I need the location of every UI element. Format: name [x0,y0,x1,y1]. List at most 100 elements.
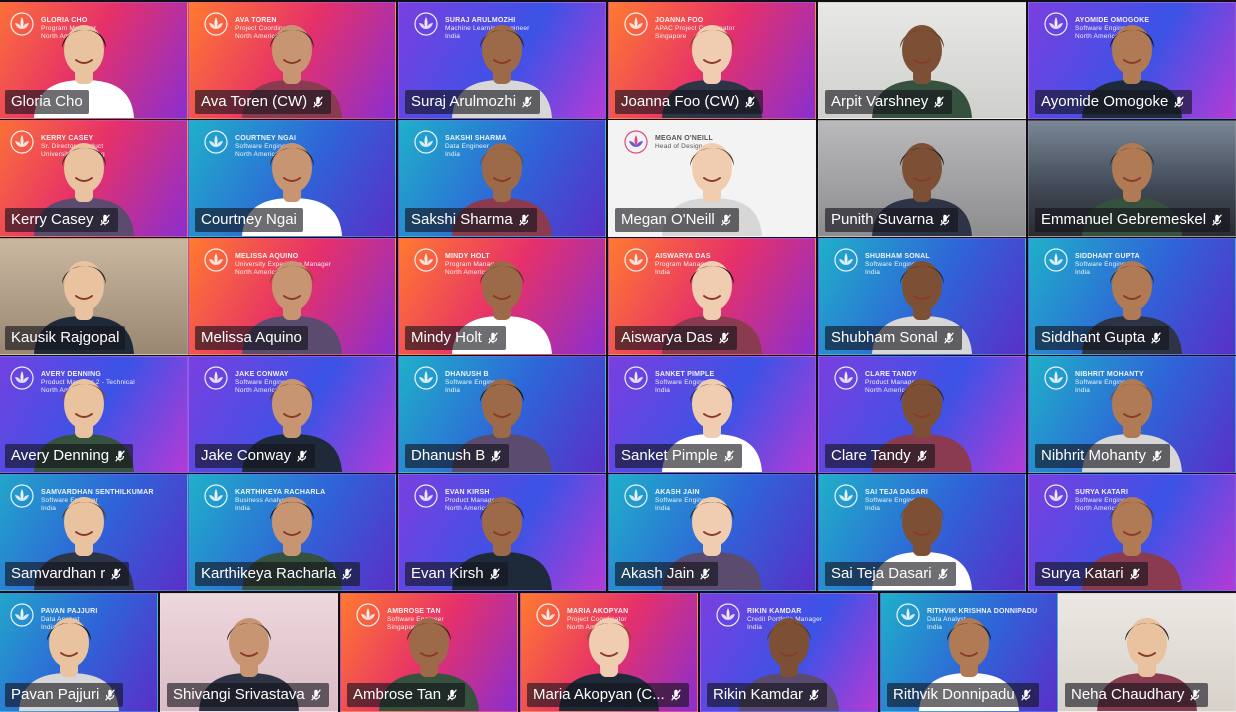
participant-name-tag: Melissa Aquino [195,326,308,350]
participant-tile[interactable]: Shivangi Srivastava [160,593,338,712]
participant-tile[interactable]: JAKE CONWAY Software Engineer North Americ… [188,356,396,473]
participant-tile[interactable]: Arpit Varshney [818,2,1026,119]
participant-tile[interactable]: Rithvik Krishna Donnipadu Data Analyst Ind… [880,593,1058,712]
participant-tile[interactable]: Shubham Sonal Software Engineer India Shub… [818,238,1026,355]
mic-muted-icon [517,213,531,227]
participant-name-tag: Courtney Ngai [195,208,303,232]
participant-tile[interactable]: RIKIN KAMDAR Credit Portfolio Manager Indi… [700,593,878,712]
participant-tile[interactable]: SANKET PIMPLE Software Engineer India Sank… [608,356,816,473]
participant-tile[interactable]: Pavan Pajjuri Data Analyst India Pavan Paj… [0,593,158,712]
participant-name-tag: Jake Conway [195,444,316,468]
participant-name: Aiswarya Das [621,329,713,346]
mic-muted-icon [942,331,956,345]
participant-tile[interactable]: Joanna Foo APAC Project Coordinator Singap… [608,2,816,119]
participant-name-tag: Mindy Holt [405,326,506,350]
lotus-logo-icon [623,129,649,155]
participant-name-tag: Ayomide Omogoke [1035,90,1193,114]
mic-muted-icon [669,688,683,702]
participant-tile[interactable]: MELISSA AQUINOUniversity Experience Mana… [188,238,396,355]
participant-tile[interactable]: Neha Chaudhary [1058,593,1236,712]
participant-tile[interactable]: Akash Jain Software Engineer India Akash J… [608,474,816,591]
participant-tile[interactable]: Emmanuel Gebremeskel [1028,120,1236,237]
lotus-logo-icon [833,247,859,273]
participant-tile[interactable]: Maria Akopyan Project Coordinator North Am… [520,593,698,712]
mic-muted-icon [807,688,821,702]
participant-name: Rikin Kamdar [713,686,804,703]
participant-name: Karthikeya Racharla [201,565,337,582]
participant-name: Kausik Rajgopal [11,329,120,346]
participant-name: Kerry Casey [11,211,94,228]
lotus-logo-icon [1043,483,1069,509]
participant-tile[interactable]: EVAN KIRSH Product Manager North America E… [398,474,606,591]
participant-tile[interactable]: Samvardhan Senthilkumar Software Engineer… [0,474,188,591]
participant-name: Gloria Cho [11,93,83,110]
participant-tile[interactable]: Kausik Rajgopal [0,238,188,355]
participant-tile[interactable]: AISWARYA DAS Program Manager India Aiswary… [608,238,816,355]
participant-tile[interactable]: Dhanush B Software Engineer India Dhanush … [398,356,606,473]
participant-tile[interactable]: Nibhrit Mohanty Software Engineer India Ni… [1028,356,1236,473]
participant-name: Ayomide Omogoke [1041,93,1169,110]
participant-name: Nibhrit Mohanty [1041,447,1147,464]
participant-tile[interactable]: CLARE TANDY Product Manager North America … [818,356,1026,473]
mic-muted-icon [488,567,502,581]
participant-name-tag: Sai Teja Dasari [825,562,956,586]
lotus-logo-icon [623,365,649,391]
participant-tile[interactable]: Kerry Casey Sr. Director, Product Universi… [0,120,188,237]
participant-name: Maria Akopyan (C... [533,686,665,703]
participant-tile[interactable]: Ava Toren Project Coordinator North Americ… [188,2,396,119]
participant-name-tag: Pavan Pajjuri [5,683,124,707]
mic-muted-icon [109,567,123,581]
participant-name: Akash Jain [621,565,695,582]
participant-tile[interactable]: MINDY HOLT Program Manager North America M… [398,238,606,355]
participant-name-tag: Sanket Pimple [615,444,742,468]
participant-name: Evan Kirsh [411,565,484,582]
lotus-logo-icon [203,11,229,37]
mic-muted-icon [1210,213,1224,227]
lotus-logo-icon [623,247,649,273]
participant-name: Ava Toren (CW) [201,93,308,110]
lotus-logo-icon [413,129,439,155]
mic-muted-icon [520,95,534,109]
participant-name-tag: Ambrose Tan [347,683,466,707]
lotus-logo-icon [833,483,859,509]
participant-tile[interactable]: Sakshi Sharma Data Engineer India Sakshi S… [398,120,606,237]
participant-tile[interactable]: Punith Suvarna [818,120,1026,237]
participant-name-tag: Rikin Kamdar [707,683,828,707]
mic-muted-icon [113,449,127,463]
participant-name: Mindy Holt [411,329,482,346]
participant-tile[interactable]: Sai Teja Dasari Software Engineer India Sa… [818,474,1026,591]
mic-muted-icon [489,449,503,463]
mic-muted-icon [722,449,736,463]
participant-tile[interactable]: Ambrose Tan Software Engineer Singapore Am… [340,593,518,712]
participant-name: Neha Chaudhary [1071,686,1185,703]
participant-name-tag: Clare Tandy [825,444,935,468]
participant-name: Megan O'Neill [621,211,715,228]
participant-name-tag: Nibhrit Mohanty [1035,444,1171,468]
participant-tile[interactable]: Suraj Arulmozhi Machine Learning Engineer… [398,2,606,119]
participant-tile[interactable]: AYOMIDE OMOGOKE Software Engineer North Am… [1028,2,1236,119]
lotus-logo-icon [1043,247,1069,273]
participant-tile[interactable]: AVERY DENNINGProduct Manager 2 - Technic… [0,356,188,473]
mic-muted-icon [1172,95,1186,109]
mic-muted-icon [936,567,950,581]
participant-name-tag: Gloria Cho [5,90,89,114]
participant-name-tag: Karthikeya Racharla [195,562,361,586]
mic-muted-icon [1149,331,1163,345]
mic-muted-icon [445,688,459,702]
mic-muted-icon [295,449,309,463]
participant-tile[interactable]: Siddhant Gupta Software Engineer India Sid… [1028,238,1236,355]
participant-name: Joanna Foo (CW) [621,93,740,110]
participant-name-tag: Surya Katari [1035,562,1148,586]
participant-name-tag: Shubham Sonal [825,326,962,350]
participant-tile[interactable]: Karthikeya Racharla Business Analyst India… [188,474,396,591]
participant-tile[interactable]: Courtney Ngai Software Engineer North Amer… [188,120,396,237]
mic-muted-icon [1150,449,1164,463]
participant-name: Rithvik Donnipadu [893,686,1015,703]
participant-name: Emmanuel Gebremeskel [1041,211,1207,228]
participant-name-tag: Maria Akopyan (C... [527,683,689,707]
participant-tile[interactable]: SURYA KATARI Software Engineer 2 North Ame… [1028,474,1236,591]
participant-name-tag: Kausik Rajgopal [5,326,126,350]
participant-tile[interactable]: Megan O'Neill Head of Design Megan O'Neil… [608,120,816,237]
participant-tile[interactable]: GLORIA CHO Program Manager North America G… [0,2,188,119]
mic-muted-icon [1188,688,1202,702]
